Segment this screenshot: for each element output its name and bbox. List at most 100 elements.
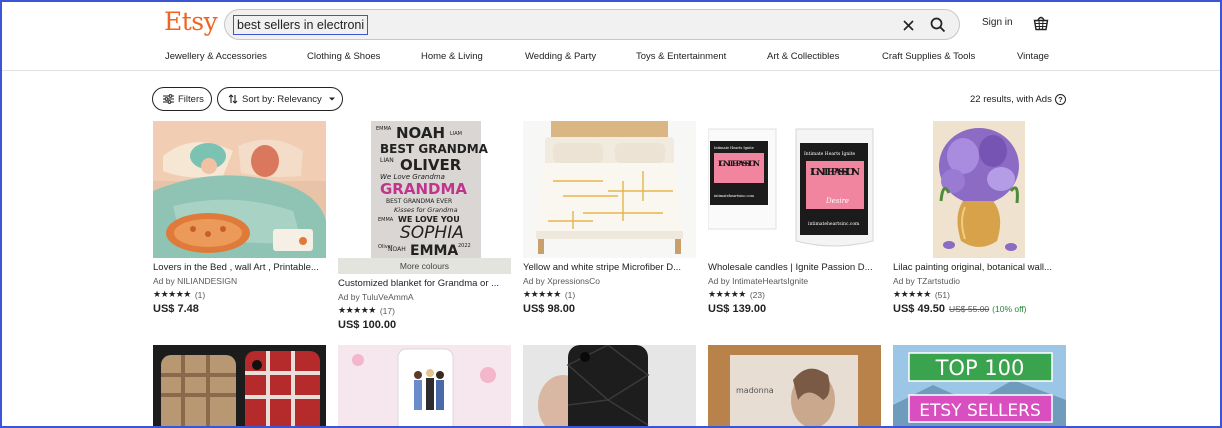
- original-price: US$ 55.00: [948, 304, 990, 314]
- review-count: (1): [564, 289, 576, 300]
- blanket-text: EMMA: [378, 217, 394, 223]
- listing-image-top100-banner[interactable]: TOP 100 ETSY SELLERS: [893, 345, 1066, 428]
- star-rating-icon: ★★★★★: [153, 289, 191, 299]
- sort-by-label: Sort by: Relevancy: [242, 93, 322, 105]
- listing-image-lovers[interactable]: [153, 121, 326, 258]
- candle-name: IGNITE PASSION: [810, 167, 860, 178]
- search-input[interactable]: [233, 15, 368, 35]
- listing-card[interactable]: Lovers in the Bed , wall Art , Printable…: [153, 121, 326, 321]
- listing-seller: Ad by TuluVeAmmA: [338, 292, 414, 302]
- nav-wedding[interactable]: Wedding & Party: [525, 51, 596, 62]
- nav-art[interactable]: Art & Collectibles: [767, 51, 839, 62]
- listing-image-album[interactable]: madonna: [708, 345, 881, 428]
- basket-icon: [1033, 16, 1049, 31]
- filters-button[interactable]: Filters: [152, 87, 212, 111]
- star-rating-icon: ★★★★★: [523, 289, 561, 299]
- nav-craft[interactable]: Craft Supplies & Tools: [882, 51, 975, 62]
- listing-image-candles[interactable]: Intimate Hearts Ignite IGNITE PASSION in…: [708, 121, 881, 258]
- blanket-text: SOPHIA: [400, 223, 464, 243]
- listing-price: US$ 7.48: [153, 303, 199, 315]
- nav-vintage[interactable]: Vintage: [1017, 51, 1049, 62]
- results-count: 22 results, with Ads ?: [970, 94, 1066, 105]
- listing-card[interactable]: EMMA NOAH LIAM BEST GRANDMA LIAN OLIVER …: [338, 121, 511, 336]
- nav-home-living[interactable]: Home & Living: [421, 51, 483, 62]
- etsy-logo[interactable]: Etsy: [164, 7, 218, 36]
- album-text: madonna: [736, 386, 774, 395]
- listing-seller: Ad by NILIANDESIGN: [153, 276, 238, 286]
- listing-image-blanket[interactable]: EMMA NOAH LIAM BEST GRANDMA LIAN OLIVER …: [338, 121, 511, 258]
- search-bar[interactable]: [224, 9, 960, 40]
- sale-price: US$ 49.50: [893, 303, 945, 315]
- listing-title[interactable]: Lilac painting original, botanical wall.…: [893, 262, 1066, 273]
- candle-name: IGNITE PASSION: [718, 159, 760, 168]
- clear-search-button[interactable]: [899, 16, 917, 34]
- blanket-text: NOAH: [388, 246, 406, 253]
- blanket-text: NOAH: [396, 124, 445, 142]
- search-button[interactable]: [928, 15, 948, 35]
- close-icon: [902, 19, 914, 31]
- review-count: (1): [194, 289, 206, 300]
- category-nav: Jewellery & Accessories Clothing & Shoes…: [0, 51, 1222, 65]
- listing-image-lilac[interactable]: [893, 121, 1066, 258]
- blanket-text: BEST GRANDMA: [380, 142, 489, 156]
- candle-scent: Desire: [825, 197, 849, 205]
- nav-clothing[interactable]: Clothing & Shoes: [307, 51, 380, 62]
- listing-image-black-case[interactable]: [523, 345, 696, 428]
- blanket-text: EMMA: [410, 243, 458, 258]
- banner-top-text: TOP 100: [935, 356, 1025, 380]
- listing-card[interactable]: Yellow and white stripe Microfiber D... …: [523, 121, 696, 321]
- results-text: 22 results, with Ads: [970, 94, 1052, 105]
- listing-title[interactable]: Lovers in the Bed , wall Art , Printable…: [153, 262, 326, 273]
- filters-label: Filters: [178, 93, 204, 105]
- caret-down-icon: [328, 97, 335, 101]
- listing-price: US$ 49.50 US$ 55.00 (10% off): [893, 303, 1027, 315]
- sort-arrows-icon: [228, 94, 238, 104]
- candle-brand: Intimate Hearts Ignite: [714, 146, 754, 150]
- listing-card[interactable]: Lilac painting original, botanical wall.…: [893, 121, 1066, 321]
- blanket-text: OLIVER: [400, 156, 462, 174]
- blanket-text: BEST GRANDMA EVER: [386, 198, 452, 205]
- discount-badge: (10% off): [992, 304, 1027, 314]
- listing-seller: Ad by XpressionsCo: [523, 276, 601, 286]
- star-rating-icon: ★★★★★: [338, 305, 376, 315]
- listing-image-phone-cases[interactable]: [153, 345, 326, 428]
- listing-rating: ★★★★★ (1): [153, 289, 205, 300]
- sort-by-dropdown[interactable]: Sort by: Relevancy: [217, 87, 343, 111]
- review-count: (51): [934, 289, 950, 300]
- banner-bottom-text: ETSY SELLERS: [919, 401, 1041, 421]
- more-colours-badge: More colours: [338, 258, 511, 274]
- blanket-text: Kisses for Grandma: [394, 206, 458, 214]
- nav-jewellery[interactable]: Jewellery & Accessories: [165, 51, 267, 62]
- listing-price: US$ 98.00: [523, 303, 575, 315]
- review-count: (23): [749, 289, 765, 300]
- nav-toys[interactable]: Toys & Entertainment: [636, 51, 726, 62]
- search-icon: [930, 17, 946, 33]
- listing-seller: Ad by TZartstudio: [893, 276, 960, 286]
- listing-rating: ★★★★★ (17): [338, 305, 395, 316]
- star-rating-icon: ★★★★★: [708, 289, 746, 299]
- candle-url: intimateheartsinc.com: [714, 194, 755, 198]
- blanket-text: LIAN: [380, 157, 394, 164]
- listing-price: US$ 100.00: [338, 319, 397, 331]
- blanket-text: GRANDMA: [380, 180, 467, 198]
- candle-url: intimateheartsinc.com: [808, 221, 860, 227]
- listing-title[interactable]: Customized blanket for Grandma or ...: [338, 278, 511, 289]
- blanket-text: LIAM: [450, 131, 462, 137]
- listing-title[interactable]: Wholesale candles | Ignite Passion D...: [708, 262, 881, 273]
- blanket-text: 2022: [458, 243, 471, 249]
- listing-rating: ★★★★★ (23): [708, 289, 765, 300]
- help-icon[interactable]: ?: [1054, 94, 1066, 105]
- listing-image-friends-case[interactable]: [338, 345, 511, 428]
- listing-rating: ★★★★★ (51): [893, 289, 950, 300]
- sign-in-link[interactable]: Sign in: [982, 17, 1013, 28]
- star-rating-icon: ★★★★★: [893, 289, 931, 299]
- review-count: (17): [379, 305, 395, 316]
- header: Etsy Sign in Jewellery & Accessories Clo…: [0, 0, 1222, 71]
- blanket-text: EMMA: [376, 126, 392, 132]
- listing-rating: ★★★★★ (1): [523, 289, 575, 300]
- cart-button[interactable]: [1032, 14, 1050, 32]
- listing-seller: Ad by IntimateHeartsIgnite: [708, 276, 809, 286]
- listing-card[interactable]: Intimate Hearts Ignite IGNITE PASSION in…: [708, 121, 881, 321]
- listing-image-duvet[interactable]: [523, 121, 696, 258]
- listing-title[interactable]: Yellow and white stripe Microfiber D...: [523, 262, 696, 273]
